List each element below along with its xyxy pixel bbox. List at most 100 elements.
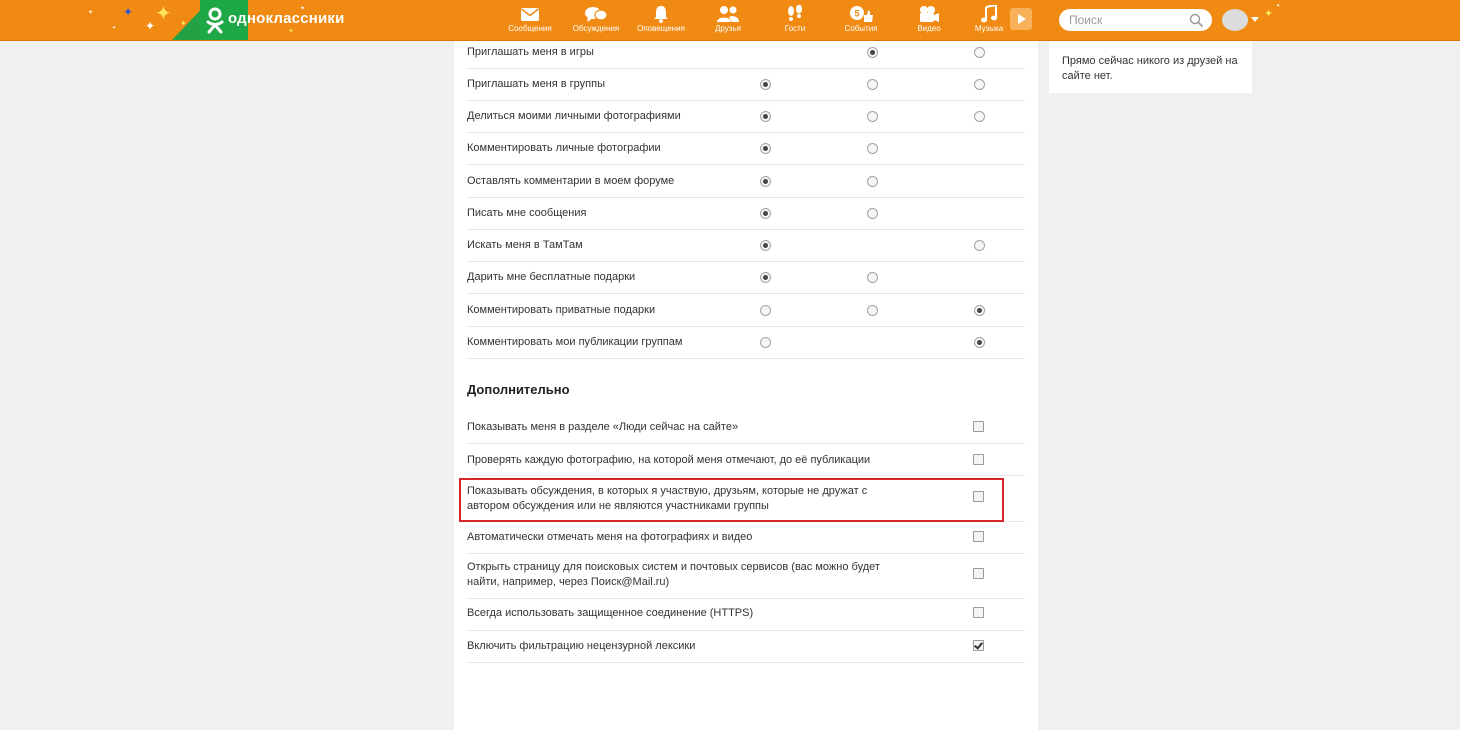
setting-label: Комментировать личные фотографии xyxy=(467,142,661,154)
setting-row: Делиться моими личными фотографиями xyxy=(467,100,1025,133)
envelope-icon xyxy=(521,8,539,21)
radio-option[interactable] xyxy=(867,143,878,154)
radio-option[interactable] xyxy=(974,79,985,90)
sparkle-icon: ✦ xyxy=(155,3,172,25)
ok-logo-icon xyxy=(206,7,224,34)
radio-option[interactable] xyxy=(974,240,985,251)
nav-video[interactable]: Видео xyxy=(901,0,957,40)
radio-option[interactable] xyxy=(760,143,771,154)
radio-option[interactable] xyxy=(867,111,878,122)
highlight-box xyxy=(459,478,1004,522)
nav-messages[interactable]: Сообщения xyxy=(502,0,558,40)
nav-discussions[interactable]: Обсуждения xyxy=(568,0,624,40)
radio-option[interactable] xyxy=(760,272,771,283)
checkbox-label: Проверять каждую фотографию, на которой … xyxy=(467,454,871,466)
friends-online-panel: Прямо сейчас никого из друзей на сайте н… xyxy=(1049,41,1252,93)
radio-option[interactable] xyxy=(974,305,985,316)
svg-text:5: 5 xyxy=(854,9,859,19)
radio-option[interactable] xyxy=(974,337,985,348)
checkbox[interactable] xyxy=(973,607,984,618)
checkbox-row[interactable]: Автоматически отмечать меня на фотографи… xyxy=(467,521,1025,554)
radio-option[interactable] xyxy=(760,240,771,251)
radio-option[interactable] xyxy=(760,337,771,348)
checkbox-label: Автоматически отмечать меня на фотографи… xyxy=(467,531,753,543)
radio-option[interactable] xyxy=(760,79,771,90)
avatar[interactable] xyxy=(1222,9,1248,31)
checkbox-label: Показывать меня в разделе «Люди сейчас н… xyxy=(467,421,739,433)
setting-label: Комментировать приватные подарки xyxy=(467,304,656,316)
search-icon[interactable] xyxy=(1189,13,1203,27)
friends-online-text: Прямо сейчас никого из друзей на сайте н… xyxy=(1062,55,1238,82)
play-icon xyxy=(1018,14,1026,24)
sparkle-icon: ✦ xyxy=(1276,3,1281,9)
radio-option[interactable] xyxy=(974,111,985,122)
bell-icon xyxy=(654,6,668,23)
checkbox[interactable] xyxy=(973,531,984,542)
setting-row: Комментировать мои публикации группам xyxy=(467,326,1025,359)
logo-text: одноклассники xyxy=(228,10,345,27)
top-bar: ✦ ✦ ✦ ✦ ✦ ✦ одноклассники ✦ ✦ Сообщения xyxy=(0,0,1460,41)
checkbox-row[interactable]: Проверять каждую фотографию, на которой … xyxy=(467,443,1025,476)
nav-guests[interactable]: Гости xyxy=(767,0,823,40)
checkbox-row[interactable]: Включить фильтрацию нецензурной лексики xyxy=(467,630,1025,663)
setting-row: Искать меня в ТамТам xyxy=(467,229,1025,262)
radio-option[interactable] xyxy=(760,305,771,316)
radio-option[interactable] xyxy=(760,111,771,122)
radio-option[interactable] xyxy=(867,47,878,58)
setting-label: Приглашать меня в игры xyxy=(467,46,594,58)
checkbox-label: Всегда использовать защищенное соединени… xyxy=(467,607,754,619)
footprints-icon xyxy=(788,5,802,21)
checkbox[interactable] xyxy=(973,454,984,465)
sparkle-icon: ✦ xyxy=(1264,8,1274,20)
radio-option[interactable] xyxy=(867,272,878,283)
radio-option[interactable] xyxy=(867,305,878,316)
setting-label: Комментировать мои публикации группам xyxy=(467,336,683,348)
checkbox-row[interactable]: Показывать меня в разделе «Люди сейчас н… xyxy=(467,410,1025,444)
chat-bubbles-icon xyxy=(585,7,608,22)
sparkle-icon: ✦ xyxy=(88,10,94,16)
logo-area[interactable]: ✦ ✦ ✦ ✦ ✦ ✦ одноклассники ✦ ✦ xyxy=(0,0,360,40)
music-note-icon xyxy=(981,5,997,23)
friends-icon xyxy=(717,6,739,22)
nav-friends[interactable]: Друзья xyxy=(700,0,756,40)
video-player-button[interactable] xyxy=(1010,8,1032,30)
nav-music[interactable]: Музыка xyxy=(961,0,1017,40)
chevron-down-icon[interactable] xyxy=(1251,17,1259,22)
setting-row: Оставлять комментарии в моем форуме xyxy=(467,165,1025,198)
setting-row: Приглашать меня в группы xyxy=(467,68,1025,101)
radio-option[interactable] xyxy=(867,79,878,90)
privacy-settings-panel: Приглашать меня в игры Приглашать меня в… xyxy=(454,41,1038,730)
setting-label: Искать меня в ТамТам xyxy=(467,239,583,251)
setting-row: Писать мне сообщения xyxy=(467,197,1025,230)
sparkle-icon: ✦ xyxy=(288,28,294,35)
sparkle-icon: ✦ xyxy=(123,5,134,19)
section-title: Дополнительно xyxy=(467,382,570,397)
setting-label: Писать мне сообщения xyxy=(467,207,587,219)
radio-option[interactable] xyxy=(974,47,985,58)
checkbox-row[interactable]: Всегда использовать защищенное соединени… xyxy=(467,598,1025,631)
radio-option[interactable] xyxy=(760,176,771,187)
nav-notifications[interactable]: Оповещения xyxy=(633,0,689,40)
sparkle-icon: ✦ xyxy=(300,6,306,12)
sparkle-icon: ✦ xyxy=(145,19,156,33)
sparkle-icon: ✦ xyxy=(112,25,117,31)
setting-row: Комментировать личные фотографии xyxy=(467,132,1025,165)
video-camera-icon xyxy=(920,6,939,22)
setting-row: Комментировать приватные подарки xyxy=(467,294,1025,327)
checkbox-checked[interactable] xyxy=(973,640,984,651)
radio-option[interactable] xyxy=(867,208,878,219)
checkbox-label: Включить фильтрацию нецензурной лексики xyxy=(467,640,696,652)
checkbox[interactable] xyxy=(973,568,984,579)
checkbox[interactable] xyxy=(973,421,984,432)
search-box[interactable] xyxy=(1059,9,1212,31)
search-input[interactable] xyxy=(1059,9,1189,31)
events-icon: 5 xyxy=(850,6,873,22)
nav-events[interactable]: 5 События xyxy=(833,0,889,40)
setting-row: Приглашать меня в игры xyxy=(467,36,1025,69)
setting-label: Оставлять комментарии в моем форуме xyxy=(467,175,675,187)
radio-option[interactable] xyxy=(867,176,878,187)
sparkle-icon: ✦ xyxy=(180,19,187,28)
checkbox-row[interactable]: Открыть страницу для поисковых систем и … xyxy=(467,553,1025,599)
radio-option[interactable] xyxy=(760,208,771,219)
setting-label: Делиться моими личными фотографиями xyxy=(467,110,681,122)
